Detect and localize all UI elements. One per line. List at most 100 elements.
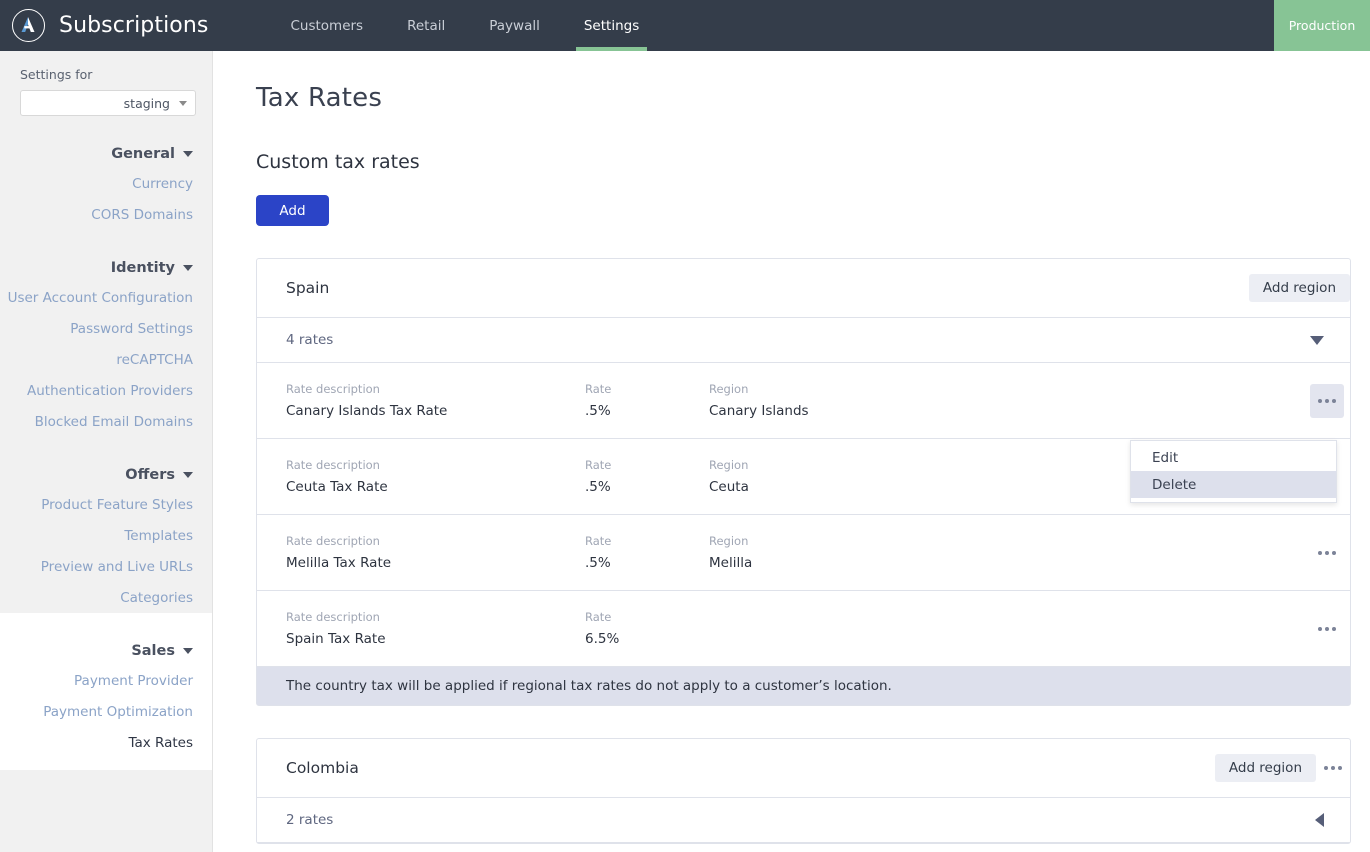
sidebar-item-blocked-email-domains[interactable]: Blocked Email Domains bbox=[0, 406, 193, 437]
sidebar-item-payment-provider[interactable]: Payment Provider bbox=[0, 665, 193, 696]
add-region-button[interactable]: Add region bbox=[1214, 754, 1316, 782]
sidebar-section-offers: Offers Product Feature Styles Templates … bbox=[0, 437, 212, 613]
column-header-region: Region bbox=[709, 382, 749, 396]
country-card-spain: Spain Add region 4 rates Rate descriptio… bbox=[256, 258, 1351, 706]
country-name: Colombia bbox=[286, 759, 359, 777]
sidebar-item-tax-rates[interactable]: Tax Rates bbox=[0, 727, 193, 758]
row-actions bbox=[1310, 383, 1344, 418]
sidebar-item-templates[interactable]: Templates bbox=[0, 520, 193, 551]
ellipsis-icon bbox=[1318, 626, 1336, 631]
sidebar-section-title: General bbox=[111, 146, 175, 162]
rates-collapse-toggle[interactable]: 4 rates bbox=[257, 318, 1350, 363]
environment-select-value: staging bbox=[123, 95, 170, 111]
sidebar-item-recaptcha[interactable]: reCAPTCHA bbox=[0, 344, 193, 375]
sidebar-item-user-account-configuration[interactable]: User Account Configuration bbox=[0, 282, 193, 313]
chevron-down-icon bbox=[179, 100, 187, 106]
region-value: Melilla bbox=[709, 555, 753, 571]
rates-count: 2 rates bbox=[286, 812, 334, 828]
top-navigation-bar: Subscriptions Customers Retail Paywall S… bbox=[0, 0, 1370, 51]
rate-description-cell: Rate description Spain Tax Rate bbox=[286, 610, 585, 647]
sidebar-item-preview-and-live-urls[interactable]: Preview and Live URLs bbox=[0, 551, 193, 582]
row-actions bbox=[1310, 612, 1344, 646]
sidebar-section-sales: Sales Payment Provider Payment Optimizat… bbox=[0, 613, 212, 770]
rates-collapse-toggle[interactable]: 2 rates bbox=[257, 798, 1350, 843]
chevron-down-icon bbox=[183, 648, 193, 654]
app-logo[interactable] bbox=[0, 0, 57, 51]
column-header-description: Rate description bbox=[286, 610, 380, 624]
country-header-actions: Add region bbox=[1248, 274, 1350, 302]
sidebar-item-categories[interactable]: Categories bbox=[0, 582, 193, 613]
sidebar-item-currency[interactable]: Currency bbox=[0, 168, 193, 199]
triangle-down-icon bbox=[1310, 335, 1324, 345]
menu-item-edit[interactable]: Edit bbox=[1131, 444, 1336, 471]
ellipsis-icon bbox=[1318, 550, 1336, 555]
sidebar-item-payment-optimization[interactable]: Payment Optimization bbox=[0, 696, 193, 727]
table-row: Rate description Canary Islands Tax Rate… bbox=[257, 363, 1350, 503]
menu-item-delete[interactable]: Delete bbox=[1131, 471, 1336, 498]
nav-item-retail[interactable]: Retail bbox=[385, 0, 467, 51]
rate-value: .5% bbox=[585, 403, 611, 419]
column-header-rate: Rate bbox=[585, 458, 612, 472]
column-header-rate: Rate bbox=[585, 534, 612, 548]
country-tax-note: The country tax will be applied if regio… bbox=[257, 667, 1350, 705]
chevron-down-icon bbox=[183, 265, 193, 271]
column-header-description: Rate description bbox=[286, 382, 380, 396]
sidebar-section-header-general[interactable]: General bbox=[0, 116, 193, 168]
rate-value: .5% bbox=[585, 479, 611, 495]
sidebar-item-product-feature-styles[interactable]: Product Feature Styles bbox=[0, 489, 193, 520]
ellipsis-icon bbox=[1318, 398, 1336, 403]
column-header-region: Region bbox=[709, 534, 749, 548]
region-cell: Region Canary Islands bbox=[709, 382, 1029, 419]
sidebar-section-header-identity[interactable]: Identity bbox=[0, 230, 193, 282]
rate-description-value: Melilla Tax Rate bbox=[286, 555, 392, 571]
add-region-button[interactable]: Add region bbox=[1248, 274, 1350, 302]
nav-item-customers[interactable]: Customers bbox=[268, 0, 385, 51]
sidebar-section-general: General Currency CORS Domains bbox=[0, 116, 212, 230]
country-name: Spain bbox=[286, 279, 330, 297]
column-header-description: Rate description bbox=[286, 534, 380, 548]
sidebar-section-header-offers[interactable]: Offers bbox=[0, 437, 193, 489]
rate-value: .5% bbox=[585, 555, 611, 571]
country-card-header: Colombia Add region bbox=[257, 739, 1350, 798]
table-row: Rate description Spain Tax Rate Rate 6.5… bbox=[257, 591, 1350, 667]
column-header-rate: Rate bbox=[585, 382, 612, 396]
sidebar-item-authentication-providers[interactable]: Authentication Providers bbox=[0, 375, 193, 406]
row-context-menu: Edit Delete bbox=[1130, 440, 1337, 503]
triangle-left-icon bbox=[1315, 813, 1324, 827]
row-menu-button[interactable] bbox=[1310, 536, 1344, 570]
row-menu-button[interactable] bbox=[1310, 383, 1344, 418]
apple-a-logo-icon bbox=[12, 9, 45, 42]
column-header-description: Rate description bbox=[286, 458, 380, 472]
page-title: Tax Rates bbox=[256, 83, 383, 113]
add-tax-rate-button[interactable]: Add bbox=[256, 195, 329, 226]
rate-cell: Rate 6.5% bbox=[585, 610, 709, 647]
column-header-rate: Rate bbox=[585, 610, 612, 624]
sidebar-item-cors-domains[interactable]: CORS Domains bbox=[0, 199, 193, 230]
region-value: Ceuta bbox=[709, 479, 749, 495]
main-content: Tax Rates Custom tax rates Add Spain Add… bbox=[214, 51, 1370, 852]
section-title: Custom tax rates bbox=[256, 151, 420, 173]
country-card-colombia: Colombia Add region 2 rates bbox=[256, 738, 1351, 844]
country-menu-button[interactable] bbox=[1316, 751, 1350, 785]
rate-cell: Rate .5% bbox=[585, 534, 709, 571]
sidebar-section-title: Offers bbox=[125, 467, 175, 483]
rate-description-cell: Rate description Melilla Tax Rate bbox=[286, 534, 585, 571]
environment-badge[interactable]: Production bbox=[1274, 0, 1370, 51]
nav-item-settings[interactable]: Settings bbox=[562, 0, 661, 51]
main-nav: Customers Retail Paywall Settings bbox=[268, 0, 661, 51]
sidebar-section-header-sales[interactable]: Sales bbox=[0, 613, 193, 665]
sidebar-item-password-settings[interactable]: Password Settings bbox=[0, 313, 193, 344]
nav-item-paywall[interactable]: Paywall bbox=[467, 0, 562, 51]
rates-count: 4 rates bbox=[286, 332, 334, 348]
region-cell: Region Ceuta bbox=[709, 458, 1029, 495]
ellipsis-icon bbox=[1324, 766, 1342, 770]
row-menu-button[interactable] bbox=[1310, 612, 1344, 646]
environment-select[interactable]: staging bbox=[20, 90, 196, 116]
settings-for-label: Settings for bbox=[20, 67, 93, 82]
rate-value: 6.5% bbox=[585, 631, 620, 647]
country-card-header: Spain Add region bbox=[257, 259, 1350, 318]
settings-sidebar: Settings for staging General Currency CO… bbox=[0, 51, 213, 852]
rate-description-value: Canary Islands Tax Rate bbox=[286, 403, 448, 419]
rate-description-value: Spain Tax Rate bbox=[286, 631, 386, 647]
row-actions bbox=[1310, 536, 1344, 570]
